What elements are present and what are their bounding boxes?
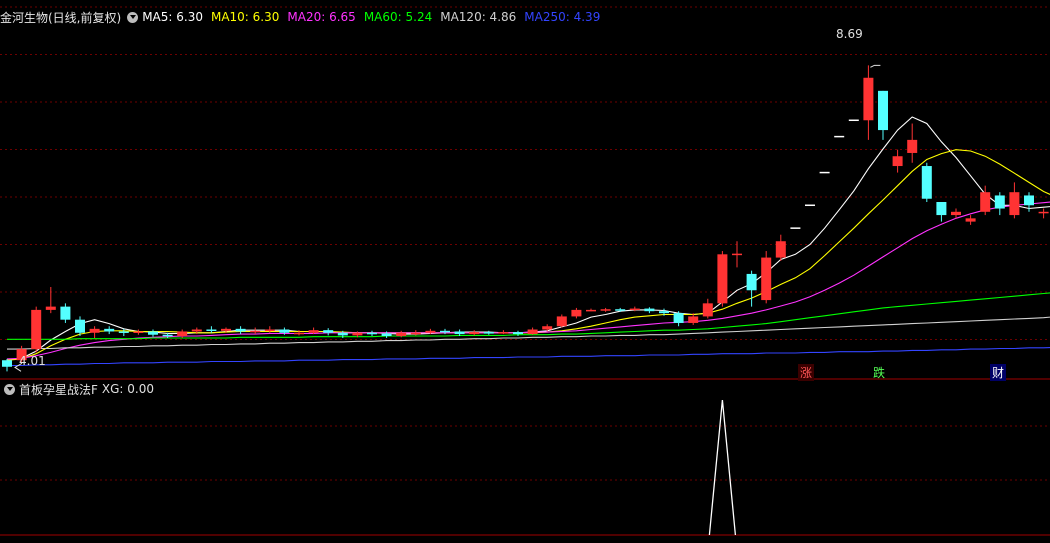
candle-body xyxy=(31,309,42,350)
candle-body xyxy=(629,308,640,311)
candle-body xyxy=(250,330,261,333)
candle-body xyxy=(571,309,582,317)
candle-body xyxy=(2,360,12,367)
candle-body xyxy=(1038,211,1049,214)
candle-body xyxy=(775,241,786,258)
candle-body xyxy=(994,195,1005,209)
kline-chart[interactable] xyxy=(0,0,1050,543)
candle-body xyxy=(162,334,173,337)
ma-line-ma10 xyxy=(6,149,1050,361)
low-price-label: 4.01 xyxy=(19,354,46,368)
candle-body xyxy=(235,328,246,332)
fall-marker[interactable]: 跌 xyxy=(873,364,885,381)
candle-body xyxy=(148,331,158,335)
candle-body xyxy=(951,211,961,216)
indicator-legend: 首板孕星战法F XG: 0.00 xyxy=(0,381,154,397)
candle-body xyxy=(907,139,918,153)
candle-body xyxy=(75,319,85,333)
xg-signal-spike xyxy=(708,399,737,536)
candle-body xyxy=(483,332,494,334)
candle-body xyxy=(761,257,772,301)
candle-body xyxy=(586,309,596,312)
candle-body xyxy=(396,332,407,337)
xg-value: XG: 0.00 xyxy=(101,382,155,396)
ma250-label: MA250: 4.39 xyxy=(524,10,601,24)
candle-body xyxy=(323,330,334,333)
candle-body xyxy=(542,326,553,330)
high-price-label: 8.69 xyxy=(836,27,863,41)
candle-body xyxy=(381,333,392,337)
candle-body xyxy=(600,309,611,311)
candle-body xyxy=(410,332,421,335)
candle-body xyxy=(892,156,903,167)
candle-body xyxy=(644,308,655,312)
candle-body xyxy=(790,227,801,229)
rise-marker[interactable]: 涨 xyxy=(798,364,815,381)
candle-body xyxy=(104,328,115,332)
ma-line-ma5 xyxy=(6,116,1050,361)
candle-body xyxy=(294,332,304,335)
ma20-label: MA20: 6.65 xyxy=(287,10,356,24)
candle-body xyxy=(177,331,188,337)
candle-body xyxy=(1024,195,1034,206)
candle-body xyxy=(819,171,830,174)
candle-body xyxy=(206,329,217,331)
candle-body xyxy=(688,316,699,323)
candle-body xyxy=(980,192,991,212)
candle-body xyxy=(469,332,480,335)
candle-body xyxy=(863,77,874,121)
candle-body xyxy=(878,90,888,131)
candle-body xyxy=(45,306,56,310)
candle-body xyxy=(1009,192,1020,216)
candle-body xyxy=(848,119,859,122)
candle-body xyxy=(279,329,290,333)
candle-body xyxy=(615,309,626,311)
candle-body xyxy=(527,329,538,335)
candle-body xyxy=(367,332,377,335)
candle-body xyxy=(454,331,465,335)
candle-body xyxy=(264,329,275,331)
candle-body xyxy=(60,306,71,320)
candle-body xyxy=(732,253,742,256)
high-pointer xyxy=(870,64,881,68)
candle-body xyxy=(118,331,129,333)
candle-body xyxy=(308,330,319,333)
candle-body xyxy=(717,254,728,304)
candle-body xyxy=(191,329,202,332)
candle-body xyxy=(965,218,976,222)
wealth-marker[interactable]: 财 xyxy=(990,364,1007,381)
candle-body xyxy=(221,328,231,331)
dropdown-circle-icon[interactable] xyxy=(127,11,139,23)
candle-body xyxy=(805,204,815,207)
ma120-label: MA120: 4.86 xyxy=(440,10,517,24)
ma5-label: MA5: 6.30 xyxy=(142,10,203,24)
candle-body xyxy=(673,313,684,323)
candle-body xyxy=(352,332,363,336)
candle-body xyxy=(498,332,509,334)
candle-body xyxy=(936,202,947,216)
stock-title[interactable]: 金河生物(日线,前复权) xyxy=(0,9,121,26)
candle-body xyxy=(425,330,436,333)
candle-body xyxy=(513,332,523,335)
candle-body xyxy=(440,330,450,333)
candle-body xyxy=(702,303,713,317)
candle-body xyxy=(659,311,669,314)
main-legend: 金河生物(日线,前复权) MA5: 6.30 MA10: 6.30 MA20: … xyxy=(0,8,608,26)
candle-body xyxy=(556,316,567,327)
candle-body xyxy=(337,332,348,336)
candle-body xyxy=(746,273,757,291)
candle-body xyxy=(89,328,100,333)
ma60-label: MA60: 5.24 xyxy=(363,10,433,24)
indicator-name[interactable]: 首板孕星战法F xyxy=(19,381,98,398)
candle-body xyxy=(834,135,845,138)
ma-line-ma250 xyxy=(7,346,1050,367)
ma10-label: MA10: 6.30 xyxy=(210,10,280,24)
candle-body xyxy=(921,166,932,199)
candle-body xyxy=(133,331,144,333)
indicator-dropdown-icon[interactable] xyxy=(4,383,15,395)
